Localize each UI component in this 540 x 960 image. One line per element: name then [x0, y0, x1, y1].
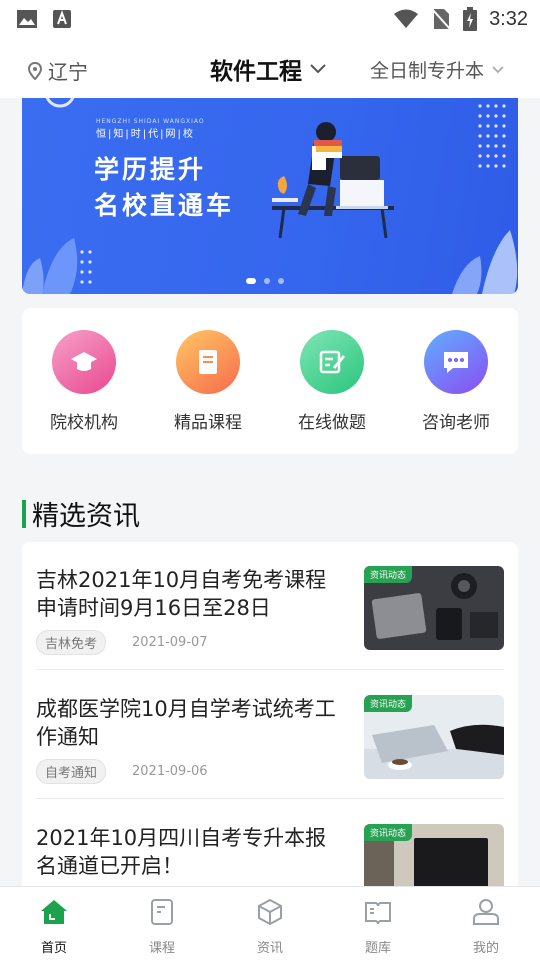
news-thumbnail: 资讯动态	[364, 566, 504, 650]
edit-note-icon	[300, 330, 364, 394]
news-thumbnail: 资讯动态	[364, 824, 504, 892]
course-icon	[147, 897, 177, 931]
battery-charging-icon	[463, 7, 478, 31]
news-thumbnail: 资讯动态	[364, 695, 504, 779]
section-header: 精选资讯	[22, 494, 140, 533]
profile-icon	[471, 897, 501, 931]
banner-brand: 恒|知|时|代|网|校	[96, 129, 195, 140]
quick-link-label: 咨询老师	[422, 413, 490, 433]
quick-link-label: 精品课程	[174, 413, 242, 433]
status-bar: 3:32	[0, 0, 540, 38]
news-box-icon	[255, 897, 285, 931]
tab-item[interactable]: 课程	[108, 897, 216, 956]
tab-label: 我的	[472, 941, 499, 956]
education-type-label: 全日制专升本	[370, 60, 485, 82]
home-icon	[39, 897, 69, 931]
chevron-down-icon	[310, 64, 326, 74]
banner-dot[interactable]	[264, 278, 270, 284]
news-item[interactable]: 成都医学院10月自学考试统考工作通知自考通知 2021-09-06 资讯动态	[36, 671, 504, 799]
location-label: 辽宁	[48, 60, 88, 84]
section-title: 精选资讯	[32, 501, 140, 532]
question-bank-icon	[363, 897, 393, 931]
quick-link-label: 在线做题	[298, 413, 366, 433]
banner-subtitle: 名校直通车	[94, 191, 235, 220]
tab-label: 首页	[40, 941, 67, 956]
quick-link-item[interactable]: 咨询老师	[394, 330, 518, 433]
text-a-icon	[53, 10, 71, 28]
location-pin-icon	[28, 61, 42, 80]
quick-link-item[interactable]: 在线做题	[270, 330, 394, 433]
education-type-selector[interactable]: 全日制专升本	[370, 56, 504, 83]
banner-brand-en: HENGZHI SHIDAI WANGXIAO	[96, 118, 205, 125]
banner-title: 学历提升	[94, 155, 207, 184]
tab-item[interactable]: 题库	[324, 897, 432, 956]
wifi-icon	[394, 9, 419, 28]
major-selector[interactable]: 软件工程	[210, 52, 326, 86]
news-date: 2021-09-06	[132, 764, 208, 779]
quick-link-item[interactable]: 院校机构	[22, 330, 146, 433]
news-badge: 资讯动态	[364, 695, 413, 712]
news-title: 2021年10月四川自考专升本报名通道已开启！	[36, 826, 327, 878]
news-tag: 吉林免考	[36, 630, 107, 655]
quick-links-panel: 院校机构 精品课程 在线做题 咨询老师	[22, 308, 518, 454]
no-sim-icon	[431, 8, 451, 30]
book-icon	[176, 330, 240, 394]
major-label: 软件工程	[210, 59, 302, 85]
bottom-tab-bar: 首页 课程 资讯 题库 我的	[0, 886, 540, 960]
tab-label: 课程	[148, 941, 175, 956]
quick-link-label: 院校机构	[50, 413, 118, 433]
news-badge: 资讯动态	[364, 824, 413, 841]
student-illustration	[272, 122, 394, 239]
news-item[interactable]: 吉林2021年10月自考免考课程申请时间9月16日至28日吉林免考 2021-09…	[36, 542, 504, 670]
gallery-icon	[17, 10, 37, 28]
tab-item[interactable]: 资讯	[216, 897, 324, 956]
tab-item[interactable]: 首页	[0, 897, 108, 956]
graduation-cap-icon	[52, 330, 116, 394]
quick-link-item[interactable]: 精品课程	[146, 330, 270, 433]
location-selector[interactable]: 辽宁	[28, 56, 88, 85]
news-title: 吉林2021年10月自考免考课程申请时间9月16日至28日	[36, 568, 327, 620]
news-list: 吉林2021年10月自考免考课程申请时间9月16日至28日吉林免考 2021-09…	[22, 542, 518, 892]
news-title: 成都医学院10月自学考试统考工作通知	[36, 697, 336, 749]
news-item[interactable]: 2021年10月四川自考专升本报名通道已开启！ 资讯动态	[36, 800, 504, 892]
news-tag: 自考通知	[36, 759, 107, 784]
tab-label: 资讯	[256, 941, 283, 956]
top-nav: 辽宁 软件工程 全日制专升本	[0, 38, 540, 98]
news-badge: 资讯动态	[364, 566, 413, 583]
banner-pagination[interactable]	[246, 278, 284, 284]
tab-label: 题库	[364, 941, 391, 956]
promo-banner[interactable]: HENGZHI SHIDAI WANGXIAO 恒|知|时|代|网|校 学历提升…	[22, 98, 518, 294]
section-accent-bar	[22, 499, 26, 528]
status-time: 3:32	[489, 7, 528, 30]
banner-dot[interactable]	[278, 278, 284, 284]
news-date: 2021-09-07	[132, 635, 208, 650]
banner-dot[interactable]	[246, 278, 256, 284]
chat-icon	[424, 330, 488, 394]
tab-item[interactable]: 我的	[432, 897, 540, 956]
chevron-down-icon	[492, 65, 504, 73]
